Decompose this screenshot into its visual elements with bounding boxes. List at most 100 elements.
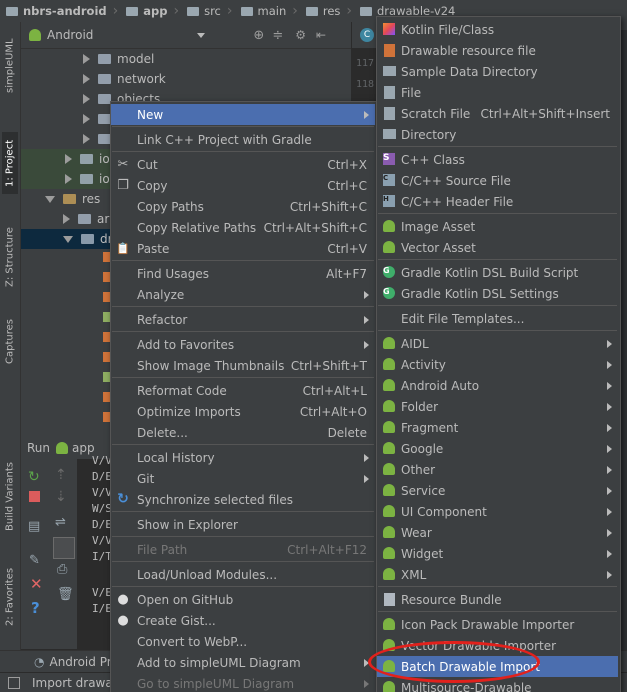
menu-item-icon-pack-drawable-importer[interactable]: Icon Pack Drawable Importer: [377, 614, 618, 635]
github-icon-glyph: ●: [117, 591, 129, 607]
collapse-icon[interactable]: ≑: [272, 28, 283, 43]
breadcrumb-project[interactable]: nbrs-android: [0, 4, 111, 18]
menu-item-add-to-favorites[interactable]: Add to Favorites: [111, 334, 375, 355]
rerun-icon[interactable]: ↻: [28, 469, 40, 485]
menu-item-android-auto[interactable]: Android Auto: [377, 375, 618, 396]
cpp-class-icon: S: [382, 152, 396, 166]
menu-item-google[interactable]: Google: [377, 438, 618, 459]
stop-icon[interactable]: [29, 491, 40, 502]
menu-item-file[interactable]: File: [377, 82, 618, 103]
menu-item-vector-drawable-importer[interactable]: Vector Drawable Importer: [377, 635, 618, 656]
menu-item-scratch-file[interactable]: Scratch File Ctrl+Alt+Shift+Insert: [377, 103, 618, 124]
menu-item-resource-bundle[interactable]: Resource Bundle: [377, 589, 618, 610]
soft-wrap-icon[interactable]: ⇌: [55, 515, 66, 530]
breadcrumb-src[interactable]: src: [181, 4, 225, 18]
expand-arrow-icon: [83, 114, 90, 124]
tool-tab-simpleuml[interactable]: simpleUML: [2, 30, 18, 102]
close-icon[interactable]: ✕: [30, 575, 43, 593]
menu-item-gradle-kotlin-dsl-build-script[interactable]: G Gradle Kotlin DSL Build Script: [377, 262, 618, 283]
menu-item-image-asset[interactable]: Image Asset: [377, 216, 618, 237]
menu-item-new[interactable]: New: [111, 104, 375, 125]
chevron-down-icon[interactable]: [197, 32, 206, 38]
layout-icon[interactable]: ▤: [28, 519, 40, 534]
locate-icon[interactable]: ⊕: [253, 28, 264, 43]
tree-item[interactable]: model: [83, 49, 154, 69]
menu-item-c-c-source-file[interactable]: C C/C++ Source File: [377, 170, 618, 191]
menu-item-delete[interactable]: Delete... Delete: [111, 422, 375, 443]
menu-item-local-history[interactable]: Local History: [111, 447, 375, 468]
menu-item-link-c-project-with-gradle[interactable]: Link C++ Project with Gradle: [111, 129, 375, 150]
menu-item-label: Add to Favorites: [137, 337, 235, 352]
tool-tab-build-variants[interactable]: Build Variants: [2, 452, 18, 542]
gradle-icon-glyph: G: [383, 287, 395, 299]
menu-item-batch-drawable-import[interactable]: Batch Drawable Import: [377, 656, 618, 677]
menu-item-analyze[interactable]: Analyze: [111, 284, 375, 305]
menu-item-edit-file-templates[interactable]: Edit File Templates...: [377, 308, 618, 329]
menu-item-widget[interactable]: Widget: [377, 543, 618, 564]
android-icon-glyph: [383, 241, 395, 253]
scroll-up-icon[interactable]: ⇡: [55, 467, 67, 483]
breadcrumb-res[interactable]: res: [300, 4, 345, 18]
menu-item-ui-component[interactable]: UI Component: [377, 501, 618, 522]
menu-item-copy[interactable]: ❐ Copy Ctrl+C: [111, 175, 375, 196]
menu-item-show-in-explorer[interactable]: Show in Explorer: [111, 514, 375, 535]
menu-item-aidl[interactable]: AIDL: [377, 333, 618, 354]
menu-item-create-gist[interactable]: ● Create Gist...: [111, 610, 375, 631]
tool-tab-captures[interactable]: Captures: [2, 312, 18, 372]
trash-icon[interactable]: 🗑: [57, 587, 74, 602]
menu-item-drawable-resource-file[interactable]: Drawable resource file: [377, 40, 618, 61]
tree-item-res[interactable]: res: [45, 189, 100, 209]
folder-icon: [382, 127, 396, 141]
menu-item-other[interactable]: Other: [377, 459, 618, 480]
breadcrumb-module[interactable]: app: [120, 4, 171, 18]
menu-item-synchronize-selected-files[interactable]: ↻ Synchronize selected files: [111, 489, 375, 510]
left-tool-strip: simpleUML 1: Project Z: Structure Captur…: [0, 22, 21, 662]
menu-item-refactor[interactable]: Refactor: [111, 309, 375, 330]
menu-item-xml[interactable]: XML: [377, 564, 618, 585]
menu-item-paste[interactable]: 📋 Paste Ctrl+V: [111, 238, 375, 259]
run-config-name[interactable]: app: [72, 441, 95, 455]
menu-item-multisource-drawable[interactable]: Multisource-Drawable: [377, 677, 618, 692]
menu-item-optimize-imports[interactable]: Optimize Imports Ctrl+Alt+O: [111, 401, 375, 422]
gear-icon[interactable]: ⚙: [295, 28, 306, 42]
menu-item-git[interactable]: Git: [111, 468, 375, 489]
scroll-down-icon[interactable]: ⇣: [55, 489, 67, 505]
project-view-selector[interactable]: Android: [47, 28, 93, 42]
menu-item-add-to-simpleuml-diagram[interactable]: Add to simpleUML Diagram: [111, 652, 375, 673]
pin-icon[interactable]: ✎: [29, 553, 40, 568]
print-icon[interactable]: ⎙: [57, 562, 67, 577]
tool-tab-favorites[interactable]: 2: Favorites: [2, 562, 18, 632]
menu-item-fragment[interactable]: Fragment: [377, 417, 618, 438]
menu-item-copy-relative-paths[interactable]: Copy Relative Paths Ctrl+Alt+Shift+C: [111, 217, 375, 238]
menu-item-directory[interactable]: Directory: [377, 124, 618, 145]
hide-icon[interactable]: ⇤: [316, 28, 326, 42]
tree-item[interactable]: ar: [63, 209, 109, 229]
menu-item-activity[interactable]: Activity: [377, 354, 618, 375]
menu-item-folder[interactable]: Folder: [377, 396, 618, 417]
class-file-icon[interactable]: C: [360, 28, 374, 42]
menu-item-sample-data-directory[interactable]: Sample Data Directory: [377, 61, 618, 82]
menu-item-service[interactable]: Service: [377, 480, 618, 501]
menu-item-c-c-header-file[interactable]: H C/C++ Header File: [377, 191, 618, 212]
menu-item-open-on-github[interactable]: ● Open on GitHub: [111, 589, 375, 610]
menu-item-cut[interactable]: ✂ Cut Ctrl+X: [111, 154, 375, 175]
menu-item-reformat-code[interactable]: Reformat Code Ctrl+Alt+L: [111, 380, 375, 401]
help-icon[interactable]: ?: [31, 599, 40, 617]
menu-item-copy-paths[interactable]: Copy Paths Ctrl+Shift+C: [111, 196, 375, 217]
menu-item-find-usages[interactable]: Find Usages Alt+F7: [111, 263, 375, 284]
breadcrumb-main[interactable]: main: [235, 4, 291, 18]
menu-item-gradle-kotlin-dsl-settings[interactable]: G Gradle Kotlin DSL Settings: [377, 283, 618, 304]
tree-item[interactable]: network: [83, 69, 166, 89]
menu-item-kotlin-file-class[interactable]: Kotlin File/Class: [377, 19, 618, 40]
scroll-to-end-toggle[interactable]: [53, 537, 75, 559]
menu-item-show-image-thumbnails[interactable]: Show Image Thumbnails Ctrl+Shift+T: [111, 355, 375, 376]
menu-item-wear[interactable]: Wear: [377, 522, 618, 543]
tool-tab-project[interactable]: 1: Project: [2, 132, 18, 194]
menu-item-convert-to-webp[interactable]: Convert to WebP...: [111, 631, 375, 652]
menu-item-load-unload-modules[interactable]: Load/Unload Modules...: [111, 564, 375, 585]
menu-item-vector-asset[interactable]: Vector Asset: [377, 237, 618, 258]
android-icon: [382, 240, 396, 254]
status-toggle-icon[interactable]: [8, 677, 20, 689]
menu-item-c-class[interactable]: S C++ Class: [377, 149, 618, 170]
tool-tab-structure[interactable]: Z: Structure: [2, 217, 18, 297]
